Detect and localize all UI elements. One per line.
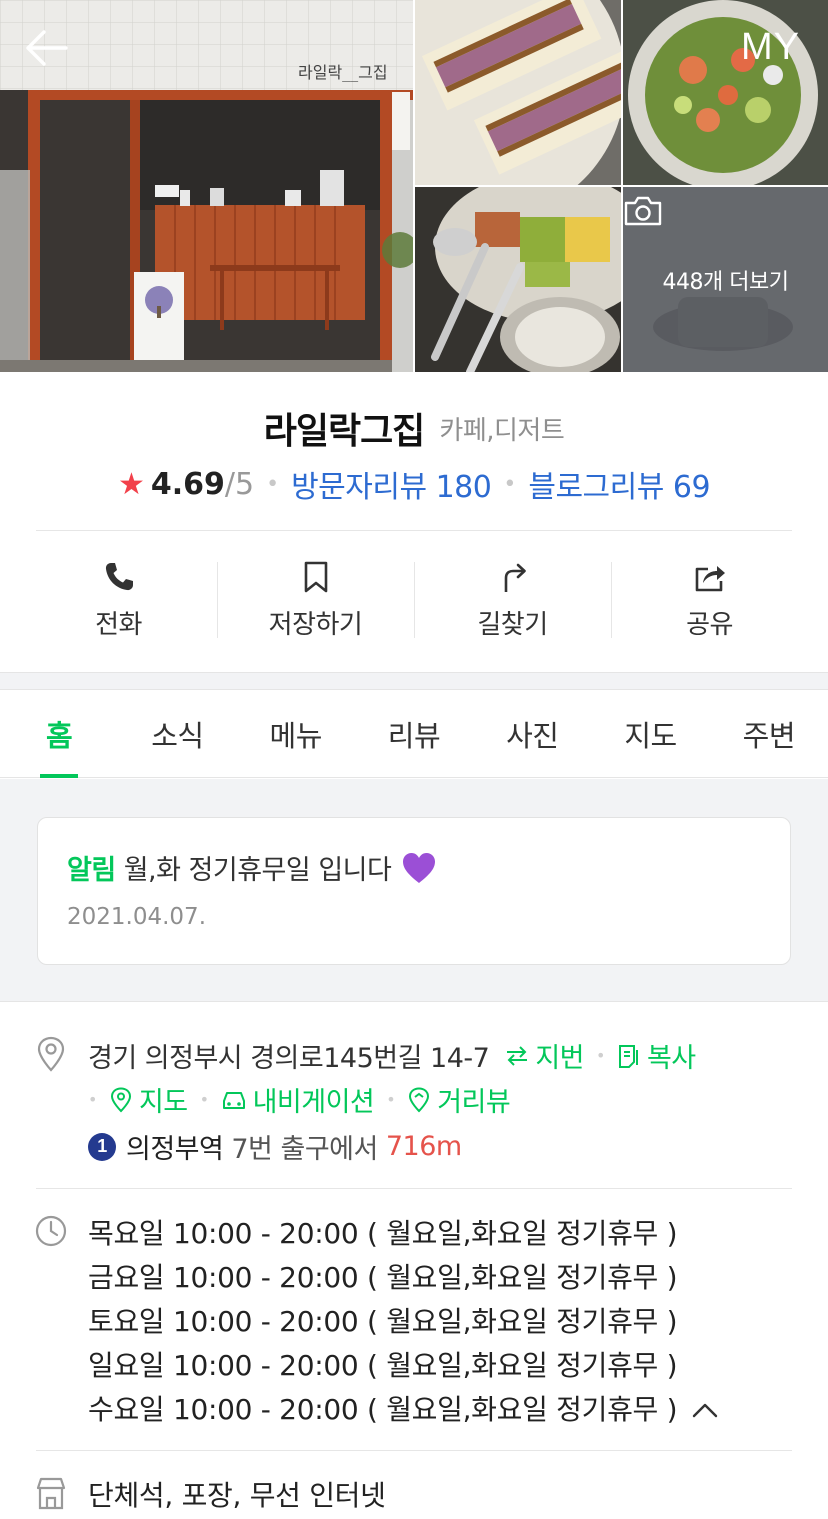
more-photos-tile[interactable]: 448개 더보기: [623, 187, 828, 372]
store-icon: [36, 1477, 66, 1510]
copy-icon: [618, 1044, 638, 1068]
back-button[interactable]: [22, 24, 70, 72]
hours-row: 일요일 10:00 - 20:00 ( 월요일,화요일 정기휴무 ): [88, 1349, 678, 1382]
visitor-reviews-link[interactable]: 방문자리뷰 180: [291, 462, 492, 506]
notice-tag: 알림: [67, 855, 116, 886]
save-label: 저장하기: [268, 609, 363, 640]
address-line: 경기 의정부시 경의로145번길 14-7 지번 • 복사: [88, 1036, 696, 1075]
rating-max: /5: [224, 466, 255, 502]
subway-line-badge: 1: [88, 1132, 116, 1161]
subway-info: 1 의정부역 7번 출구에서 716m: [88, 1127, 462, 1166]
share-button[interactable]: 공유: [611, 540, 808, 660]
arrow-left-icon: [26, 30, 68, 66]
call-button[interactable]: 전화: [20, 540, 217, 660]
separator-dot: •: [596, 1046, 605, 1065]
tab-nearby[interactable]: 주변: [710, 690, 828, 777]
station-name: 의정부역: [126, 1134, 224, 1165]
star-icon: ★: [117, 466, 145, 502]
hours-row: 목요일 10:00 - 20:00 ( 월요일,화요일 정기휴무 ): [88, 1217, 678, 1250]
copy-address-button[interactable]: 복사: [617, 1036, 696, 1075]
address-text: 경기 의정부시 경의로145번길 14-7: [88, 1043, 490, 1074]
navigation-label: 내비게이션: [252, 1087, 375, 1118]
address-links: • 지도 • 내비게이션 • 거리뷰: [88, 1080, 511, 1119]
tab-map[interactable]: 지도: [591, 690, 709, 777]
hours-row: 금요일 10:00 - 20:00 ( 월요일,화요일 정기휴무 ): [88, 1261, 678, 1294]
rating-row: ★ 4.69 /5 • 방문자리뷰 180 • 블로그리뷰 69: [0, 462, 828, 506]
separator-dot: •: [386, 1090, 396, 1109]
photo-gallery: 라일락__그집 448개 더보기 MY: [0, 0, 828, 372]
divider: [36, 1450, 792, 1451]
swap-arrows-icon: [507, 1045, 528, 1066]
notice-card[interactable]: 알림 월,화 정기휴무일 입니다 2021.04.07.: [37, 817, 791, 965]
notice-date: 2021.04.07.: [67, 904, 206, 930]
my-button[interactable]: MY: [741, 26, 800, 69]
action-bar: 전화 저장하기 길찾기 공유: [20, 540, 808, 660]
separator-dot: •: [503, 471, 517, 497]
hours-row-text: 수요일 10:00 - 20:00 ( 월요일,화요일 정기휴무 ): [88, 1393, 678, 1426]
chevron-up-icon[interactable]: [691, 1400, 719, 1420]
directions-label: 길찾기: [477, 609, 548, 640]
clock-icon: [35, 1215, 67, 1247]
separator-dot: •: [266, 471, 280, 497]
map-label: 지도: [138, 1087, 188, 1118]
directions-icon: [504, 563, 526, 592]
tab-reviews[interactable]: 리뷰: [355, 690, 473, 777]
phone-icon: [105, 562, 133, 590]
business-hours[interactable]: 목요일 10:00 - 20:00 ( 월요일,화요일 정기휴무 ) 금요일 1…: [88, 1212, 719, 1432]
save-button[interactable]: 저장하기: [217, 540, 414, 660]
map-pin-icon: [110, 1086, 131, 1112]
place-name: 라일락그집: [263, 411, 426, 452]
navigation-link[interactable]: 내비게이션: [221, 1080, 375, 1119]
more-photos-overlay[interactable]: 448개 더보기: [623, 187, 828, 372]
tab-news[interactable]: 소식: [118, 690, 236, 777]
cobb-salad-photo[interactable]: [415, 187, 621, 372]
notice-line: 알림 월,화 정기휴무일 입니다: [67, 848, 437, 887]
call-label: 전화: [95, 609, 142, 640]
tab-photos[interactable]: 사진: [473, 690, 591, 777]
divider: [36, 530, 792, 531]
streetview-link[interactable]: 거리뷰: [407, 1080, 511, 1119]
jibun-label: 지번: [535, 1043, 584, 1074]
tab-bar: 홈 소식 메뉴 리뷰 사진 지도 주변: [0, 690, 828, 778]
storefront-sign-text: 라일락__그집: [298, 63, 388, 82]
hours-row-last: 수요일 10:00 - 20:00 ( 월요일,화요일 정기휴무 ): [88, 1388, 719, 1432]
station-distance: 716m: [385, 1131, 462, 1162]
streetview-pin-icon: [409, 1086, 430, 1112]
streetview-label: 거리뷰: [437, 1087, 511, 1118]
map-link[interactable]: 지도: [109, 1080, 188, 1119]
location-pin-icon: [37, 1036, 65, 1072]
notice-text: 월,화 정기휴무일 입니다: [123, 855, 392, 886]
divider: [36, 1188, 792, 1189]
tab-menu[interactable]: 메뉴: [237, 690, 355, 777]
tab-home[interactable]: 홈: [0, 690, 118, 778]
sandwich-photo[interactable]: [415, 0, 621, 185]
car-icon: [222, 1091, 245, 1109]
copy-label: 복사: [646, 1043, 696, 1074]
jibun-toggle[interactable]: 지번: [505, 1036, 584, 1075]
place-category: 카페,디저트: [439, 415, 565, 446]
hours-row: 토요일 10:00 - 20:00 ( 월요일,화요일 정기휴무 ): [88, 1305, 678, 1338]
directions-button[interactable]: 길찾기: [414, 540, 611, 660]
more-photos-label: 448개 더보기: [662, 269, 789, 295]
purple-heart-icon: [403, 852, 436, 883]
notice-area: 알림 월,화 정기휴무일 입니다 2021.04.07.: [0, 779, 828, 1002]
section-separator: [0, 672, 828, 690]
share-label: 공유: [686, 609, 733, 640]
facilities-text: 단체석, 포장, 무선 인터넷: [88, 1479, 386, 1512]
separator-dot: •: [199, 1090, 209, 1109]
station-exit: 7번 출구에서: [231, 1134, 378, 1165]
share-icon: [695, 565, 725, 591]
blog-reviews-link[interactable]: 블로그리뷰 69: [528, 462, 710, 506]
rating-value: 4.69: [150, 466, 225, 502]
separator-dot: •: [88, 1090, 97, 1109]
place-title-row: 라일락그집 카페,디저트: [0, 402, 828, 454]
bookmark-icon: [304, 561, 327, 592]
camera-icon: [624, 196, 662, 226]
